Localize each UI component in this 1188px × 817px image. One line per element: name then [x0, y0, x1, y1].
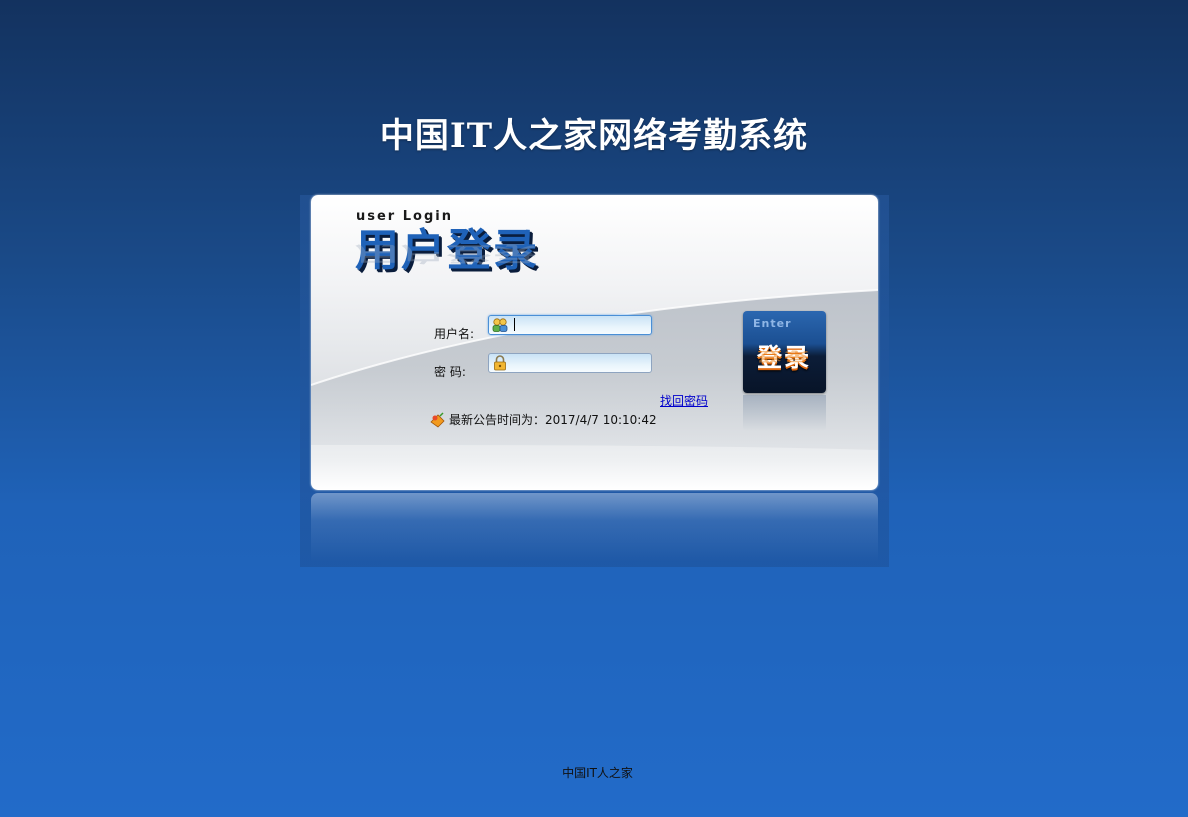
login-heading-reflection: 用户登录 [355, 242, 539, 265]
users-icon [492, 318, 508, 332]
username-label: 用户名: [434, 327, 475, 341]
footer-text: 中国IT人之家 [562, 766, 633, 780]
announcement-icon [430, 411, 445, 428]
lock-icon [494, 355, 506, 371]
announcement-notice: 最新公告时间为：2017/4/7 10:10:42 [429, 411, 657, 428]
forgot-password-link[interactable]: 找回密码 [660, 392, 708, 409]
password-input[interactable] [488, 353, 652, 373]
page-title: 中国IT人之家网络考勤系统 [379, 116, 809, 156]
notice-text: 最新公告时间为：2017/4/7 10:10:42 [449, 413, 657, 427]
password-label: 密 码: [434, 365, 466, 379]
text-caret [514, 318, 515, 331]
enter-button-label-reflection: 登录 [757, 349, 812, 364]
login-panel: user Login 用户登录 用户登录 用户名: 密 码: 找回密码 最新公告… [311, 195, 878, 490]
enter-button-label-en: Enter [753, 317, 792, 330]
username-input[interactable] [488, 315, 652, 335]
login-panel-reflection [311, 493, 878, 561]
login-heading-en: user Login [356, 209, 453, 224]
enter-button-reflection [743, 395, 826, 431]
login-enter-button[interactable]: Enter 登录 登录 [743, 311, 826, 393]
